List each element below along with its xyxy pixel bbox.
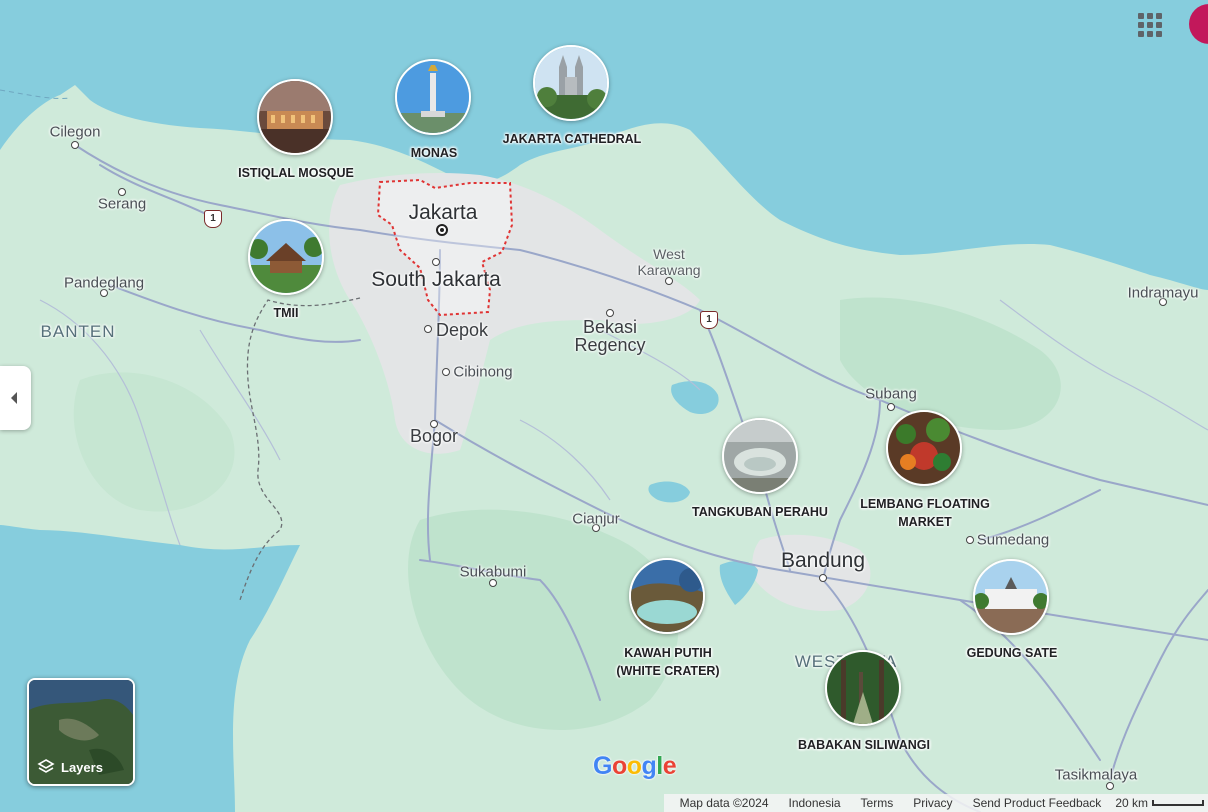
map-canvas[interactable] [0,0,1208,812]
country-link[interactable]: Indonesia [789,796,841,810]
place-label-cibinong[interactable]: Cibinong [453,364,512,381]
place-label-jakarta[interactable]: Jakarta [409,201,478,225]
place-dot-south-jakarta [432,258,440,266]
place-dot-bekasi [606,309,614,317]
place-label-bogor[interactable]: Bogor [410,427,458,445]
place-dot-sumedang [966,536,974,544]
place-label-serang[interactable]: Serang [98,196,146,213]
apps-grid-icon[interactable] [1138,13,1162,37]
feedback-link[interactable]: Send Product Feedback [973,796,1102,810]
place-dot-depok [424,325,432,333]
poi-photo-monas[interactable] [395,59,471,135]
terms-link[interactable]: Terms [861,796,894,810]
place-dot-jakarta [436,224,448,236]
poi-photo-tmii[interactable] [248,219,324,295]
region-label-banten: BANTEN [40,322,116,341]
collapse-panel-button[interactable] [0,366,31,430]
google-logo: Google [593,752,677,780]
place-dot-subang [887,403,895,411]
poi-label-lembang[interactable]: LEMBANG FLOATING MARKET [860,495,990,531]
scale-label: 20 km [1115,796,1148,810]
place-dot-bandung [819,574,827,582]
place-label-pandeglang[interactable]: Pandeglang [64,275,144,292]
poi-label-kawah[interactable]: KAWAH PUTIH (WHITE CRATER) [608,644,728,680]
poi-label-gedung-sate[interactable]: GEDUNG SATE [967,644,1058,662]
place-dot-karawang [665,277,673,285]
place-dot-cibinong [442,368,450,376]
place-label-bekasi[interactable]: Bekasi Regency [555,318,665,354]
poi-label-istiqlal[interactable]: ISTIQLAL MOSQUE [238,164,354,182]
place-label-cilegon[interactable]: Cilegon [50,124,101,141]
place-label-karawang[interactable]: West Karawang [624,246,714,278]
privacy-link[interactable]: Privacy [913,796,952,810]
poi-photo-kawah[interactable] [629,558,705,634]
poi-photo-cathedral[interactable] [533,45,609,121]
map-footer: Map data ©2024 Indonesia Terms Privacy S… [663,794,1208,812]
place-label-sukabumi[interactable]: Sukabumi [460,564,527,581]
place-dot-cilegon [71,141,79,149]
place-label-subang[interactable]: Subang [865,386,917,403]
route-shield-1-west: 1 [204,210,222,228]
poi-label-tmii[interactable]: TMII [274,304,299,322]
poi-photo-lembang[interactable] [886,410,962,486]
poi-photo-gedung-sate[interactable] [973,559,1049,635]
poi-label-cathedral[interactable]: JAKARTA CATHEDRAL [503,130,642,148]
layers-icon [37,759,55,773]
poi-label-babakan[interactable]: BABAKAN SILIWANGI [798,736,930,754]
scale-control[interactable]: 20 km [1115,796,1204,810]
route-shield-1-east: 1 [700,311,718,329]
layers-button[interactable]: Layers [27,678,135,786]
poi-photo-istiqlal[interactable] [257,79,333,155]
poi-photo-babakan[interactable] [825,650,901,726]
place-label-depok[interactable]: Depok [436,321,488,339]
layers-label: Layers [61,759,103,775]
scale-bar [1152,800,1204,806]
poi-photo-tangkuban[interactable] [722,418,798,494]
place-label-cianjur[interactable]: Cianjur [572,511,620,528]
place-label-tasikmalaya[interactable]: Tasikmalaya [1055,767,1138,784]
place-label-south-jakarta[interactable]: South Jakarta [371,268,501,292]
place-label-bandung[interactable]: Bandung [781,549,865,573]
poi-label-tangkuban[interactable]: TANGKUBAN PERAHU [692,503,828,521]
map-data-attribution: Map data ©2024 [679,796,769,810]
place-label-sumedang[interactable]: Sumedang [977,532,1050,549]
place-label-indramayu[interactable]: Indramayu [1128,285,1199,302]
poi-label-monas[interactable]: MONAS [411,144,458,162]
